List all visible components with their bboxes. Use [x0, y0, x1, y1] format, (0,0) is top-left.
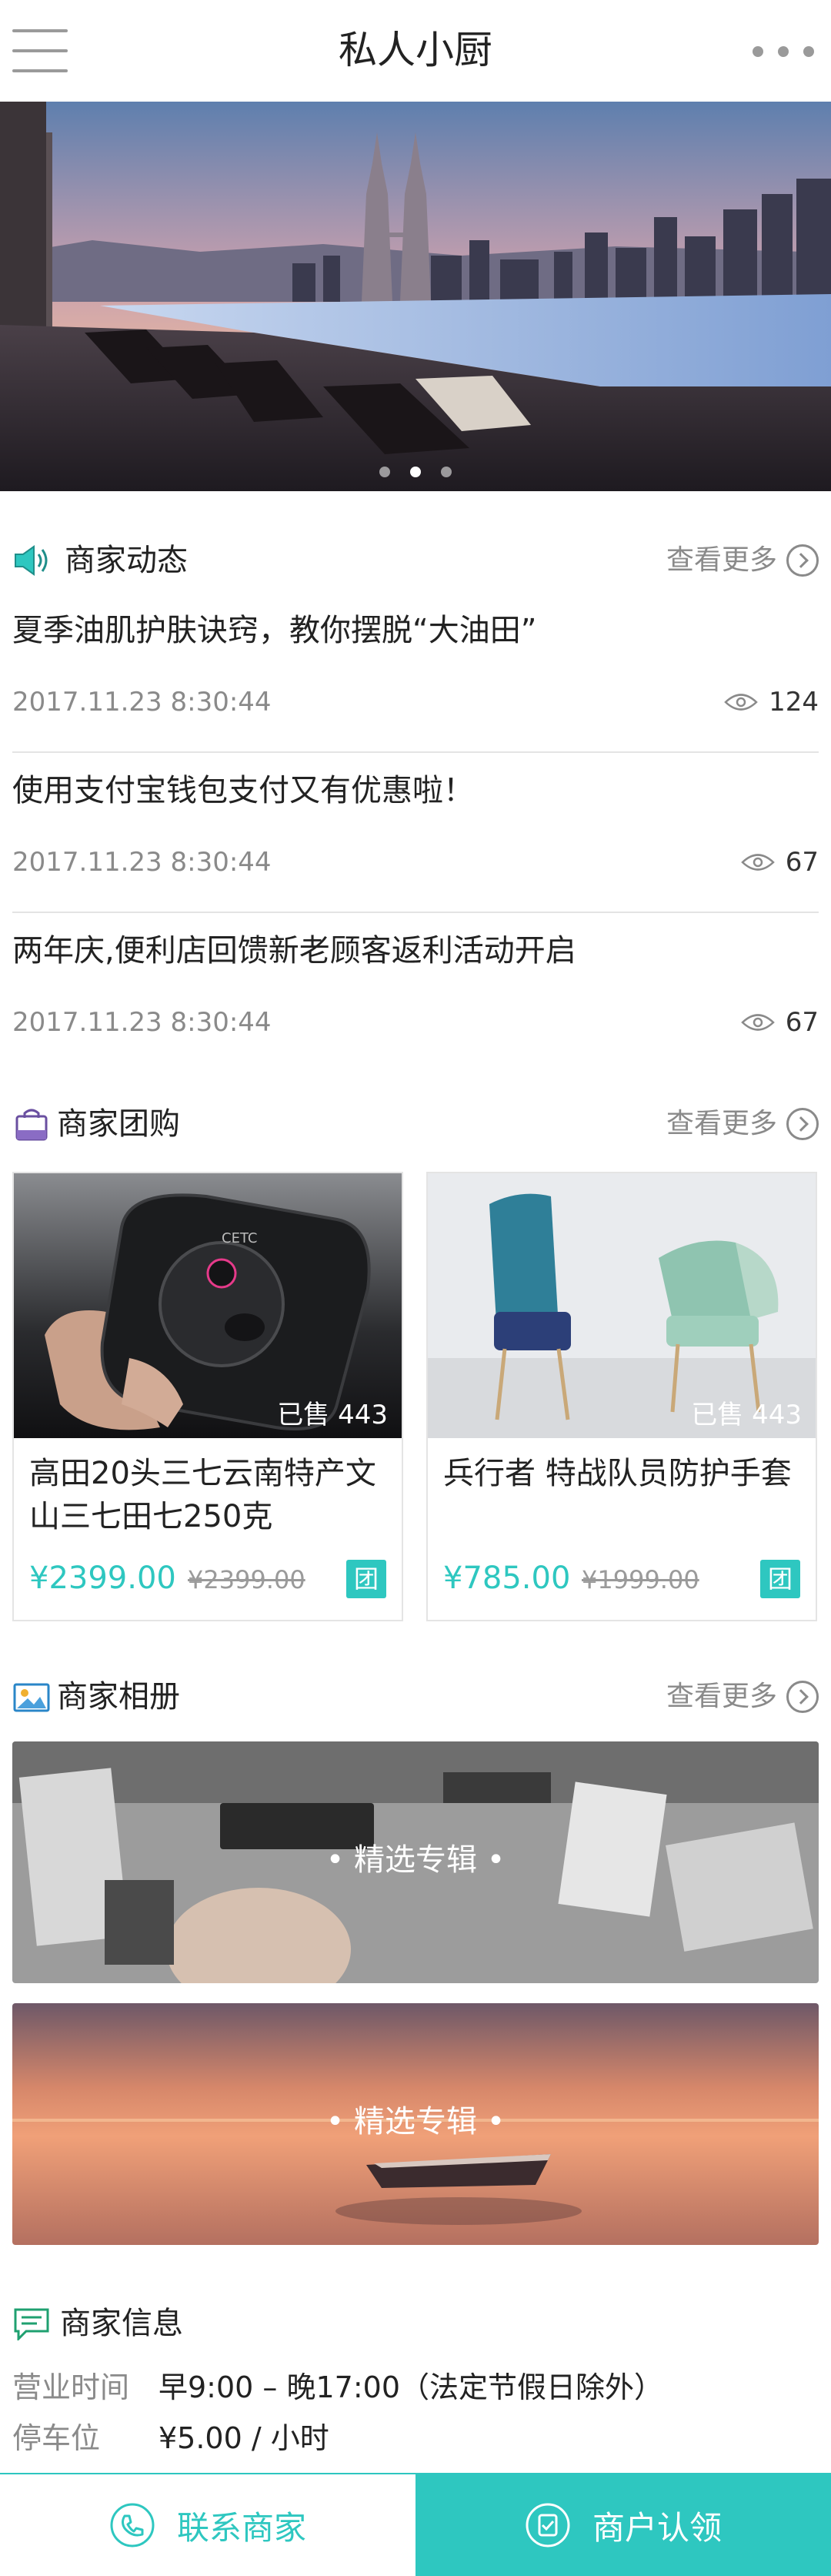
product-price: ¥2399.00	[29, 1561, 176, 1596]
news-date: 2017.11.23 8:30:44	[12, 847, 272, 878]
verify-icon	[526, 2503, 570, 2548]
chat-bubble-icon	[14, 2308, 49, 2340]
news-views: 67	[740, 1005, 819, 1039]
chevron-right-icon	[786, 544, 819, 577]
product-original-price: ¥1999.00	[582, 1565, 699, 1594]
banner-carousel[interactable]	[0, 102, 831, 491]
carousel-dot[interactable]	[379, 467, 390, 477]
group-buy-card[interactable]: CETC 已售 443 高田20头三七云南特产文山三七田七250克 ¥2399.…	[12, 1172, 403, 1621]
chevron-right-icon	[786, 1108, 819, 1140]
group-section-title: 商家团购	[57, 1106, 180, 1142]
product-original-price: ¥2399.00	[188, 1565, 305, 1594]
news-section-title: 商家动态	[65, 543, 188, 578]
top-bar: 私人小厨	[0, 0, 831, 102]
album-more-link[interactable]: 查看更多	[666, 1678, 819, 1715]
news-title: 夏季油肌护肤诀窍，教你摆脱“大油田”	[12, 613, 537, 648]
album-section-header: 商家相册 查看更多	[12, 1669, 819, 1723]
carousel-dot[interactable]	[441, 467, 452, 477]
more-options-icon[interactable]	[753, 43, 814, 60]
news-title: 使用支付宝钱包支付又有优惠啦！	[12, 773, 474, 808]
product-price: ¥785.00	[443, 1561, 571, 1596]
phone-icon	[110, 2503, 155, 2548]
news-views: 124	[724, 685, 819, 719]
verify-label: 商户认领	[592, 2508, 722, 2547]
claim-merchant-button[interactable]: 商户认领	[416, 2474, 831, 2576]
news-item[interactable]: 两年庆,便利店回馈新老顾客返利活动开启 2017.11.23 8:30:44 6…	[12, 913, 819, 1073]
info-value: ¥5.00 / 小时	[159, 2421, 329, 2455]
info-value: 早9:00 – 晚17:00（法定节假日除外）	[159, 2370, 664, 2404]
contact-merchant-button[interactable]: 联系商家	[0, 2474, 416, 2576]
page-title: 私人小厨	[339, 28, 492, 72]
parking-row: 停车位 ¥5.00 / 小时	[12, 2417, 329, 2459]
news-item[interactable]: 夏季油肌护肤诀窍，教你摆脱“大油田” 2017.11.23 8:30:44 12…	[12, 593, 819, 753]
product-name: 高田20头三七云南特产文山三七田七250克	[29, 1456, 376, 1534]
product-image: CETC 已售 443	[14, 1173, 402, 1438]
eye-icon	[724, 694, 758, 711]
album-item[interactable]: • 精选专辑 •	[12, 1741, 819, 1983]
bottom-action-bar: 联系商家 商户认领	[0, 2473, 831, 2576]
banner-image	[0, 102, 831, 491]
news-views: 67	[740, 845, 819, 879]
carousel-indicator	[0, 467, 831, 477]
news-item[interactable]: 使用支付宝钱包支付又有优惠啦！ 2017.11.23 8:30:44 67	[12, 753, 819, 913]
shopping-bag-icon	[15, 1109, 48, 1141]
chevron-right-icon	[786, 1681, 819, 1713]
info-key: 停车位	[12, 2421, 101, 2455]
eye-icon	[740, 1014, 775, 1031]
album-caption: • 精选专辑 •	[325, 2104, 506, 2139]
info-section-header: 商家信息	[12, 2296, 819, 2350]
album-section-title: 商家相册	[57, 1679, 180, 1715]
news-date: 2017.11.23 8:30:44	[12, 1007, 272, 1038]
info-section-title: 商家信息	[60, 2306, 183, 2341]
product-name: 兵行者 特战队员防护手套	[443, 1456, 792, 1491]
info-key: 营业时间	[12, 2370, 130, 2404]
eye-icon	[740, 854, 775, 871]
news-more-link[interactable]: 查看更多	[666, 542, 819, 579]
image-icon	[13, 1683, 50, 1712]
group-more-link[interactable]: 查看更多	[666, 1106, 819, 1142]
group-buy-card[interactable]: 已售 443 兵行者 特战队员防护手套 ¥785.00 ¥1999.00 团	[426, 1172, 817, 1621]
speaker-icon	[15, 545, 48, 576]
sold-count: 已售 443	[277, 1400, 388, 1430]
carousel-dot-active[interactable]	[410, 467, 421, 477]
business-hours-row: 营业时间 早9:00 – 晚17:00（法定节假日除外）	[12, 2367, 663, 2408]
group-section-header: 商家团购 查看更多	[12, 1096, 819, 1150]
group-buy-badge: 团	[346, 1560, 386, 1598]
contact-label: 联系商家	[176, 2508, 306, 2547]
album-caption: • 精选专辑 •	[325, 1842, 506, 1878]
album-item[interactable]: • 精选专辑 •	[12, 2003, 819, 2245]
news-section-header: 商家动态 查看更多	[12, 533, 819, 587]
sold-count: 已售 443	[691, 1400, 802, 1430]
product-image: 已售 443	[428, 1173, 816, 1438]
news-title: 两年庆,便利店回馈新老顾客返利活动开启	[12, 933, 576, 969]
group-buy-badge: 团	[760, 1560, 800, 1598]
svg-text:CETC: CETC	[222, 1230, 257, 1246]
news-date: 2017.11.23 8:30:44	[12, 687, 272, 718]
